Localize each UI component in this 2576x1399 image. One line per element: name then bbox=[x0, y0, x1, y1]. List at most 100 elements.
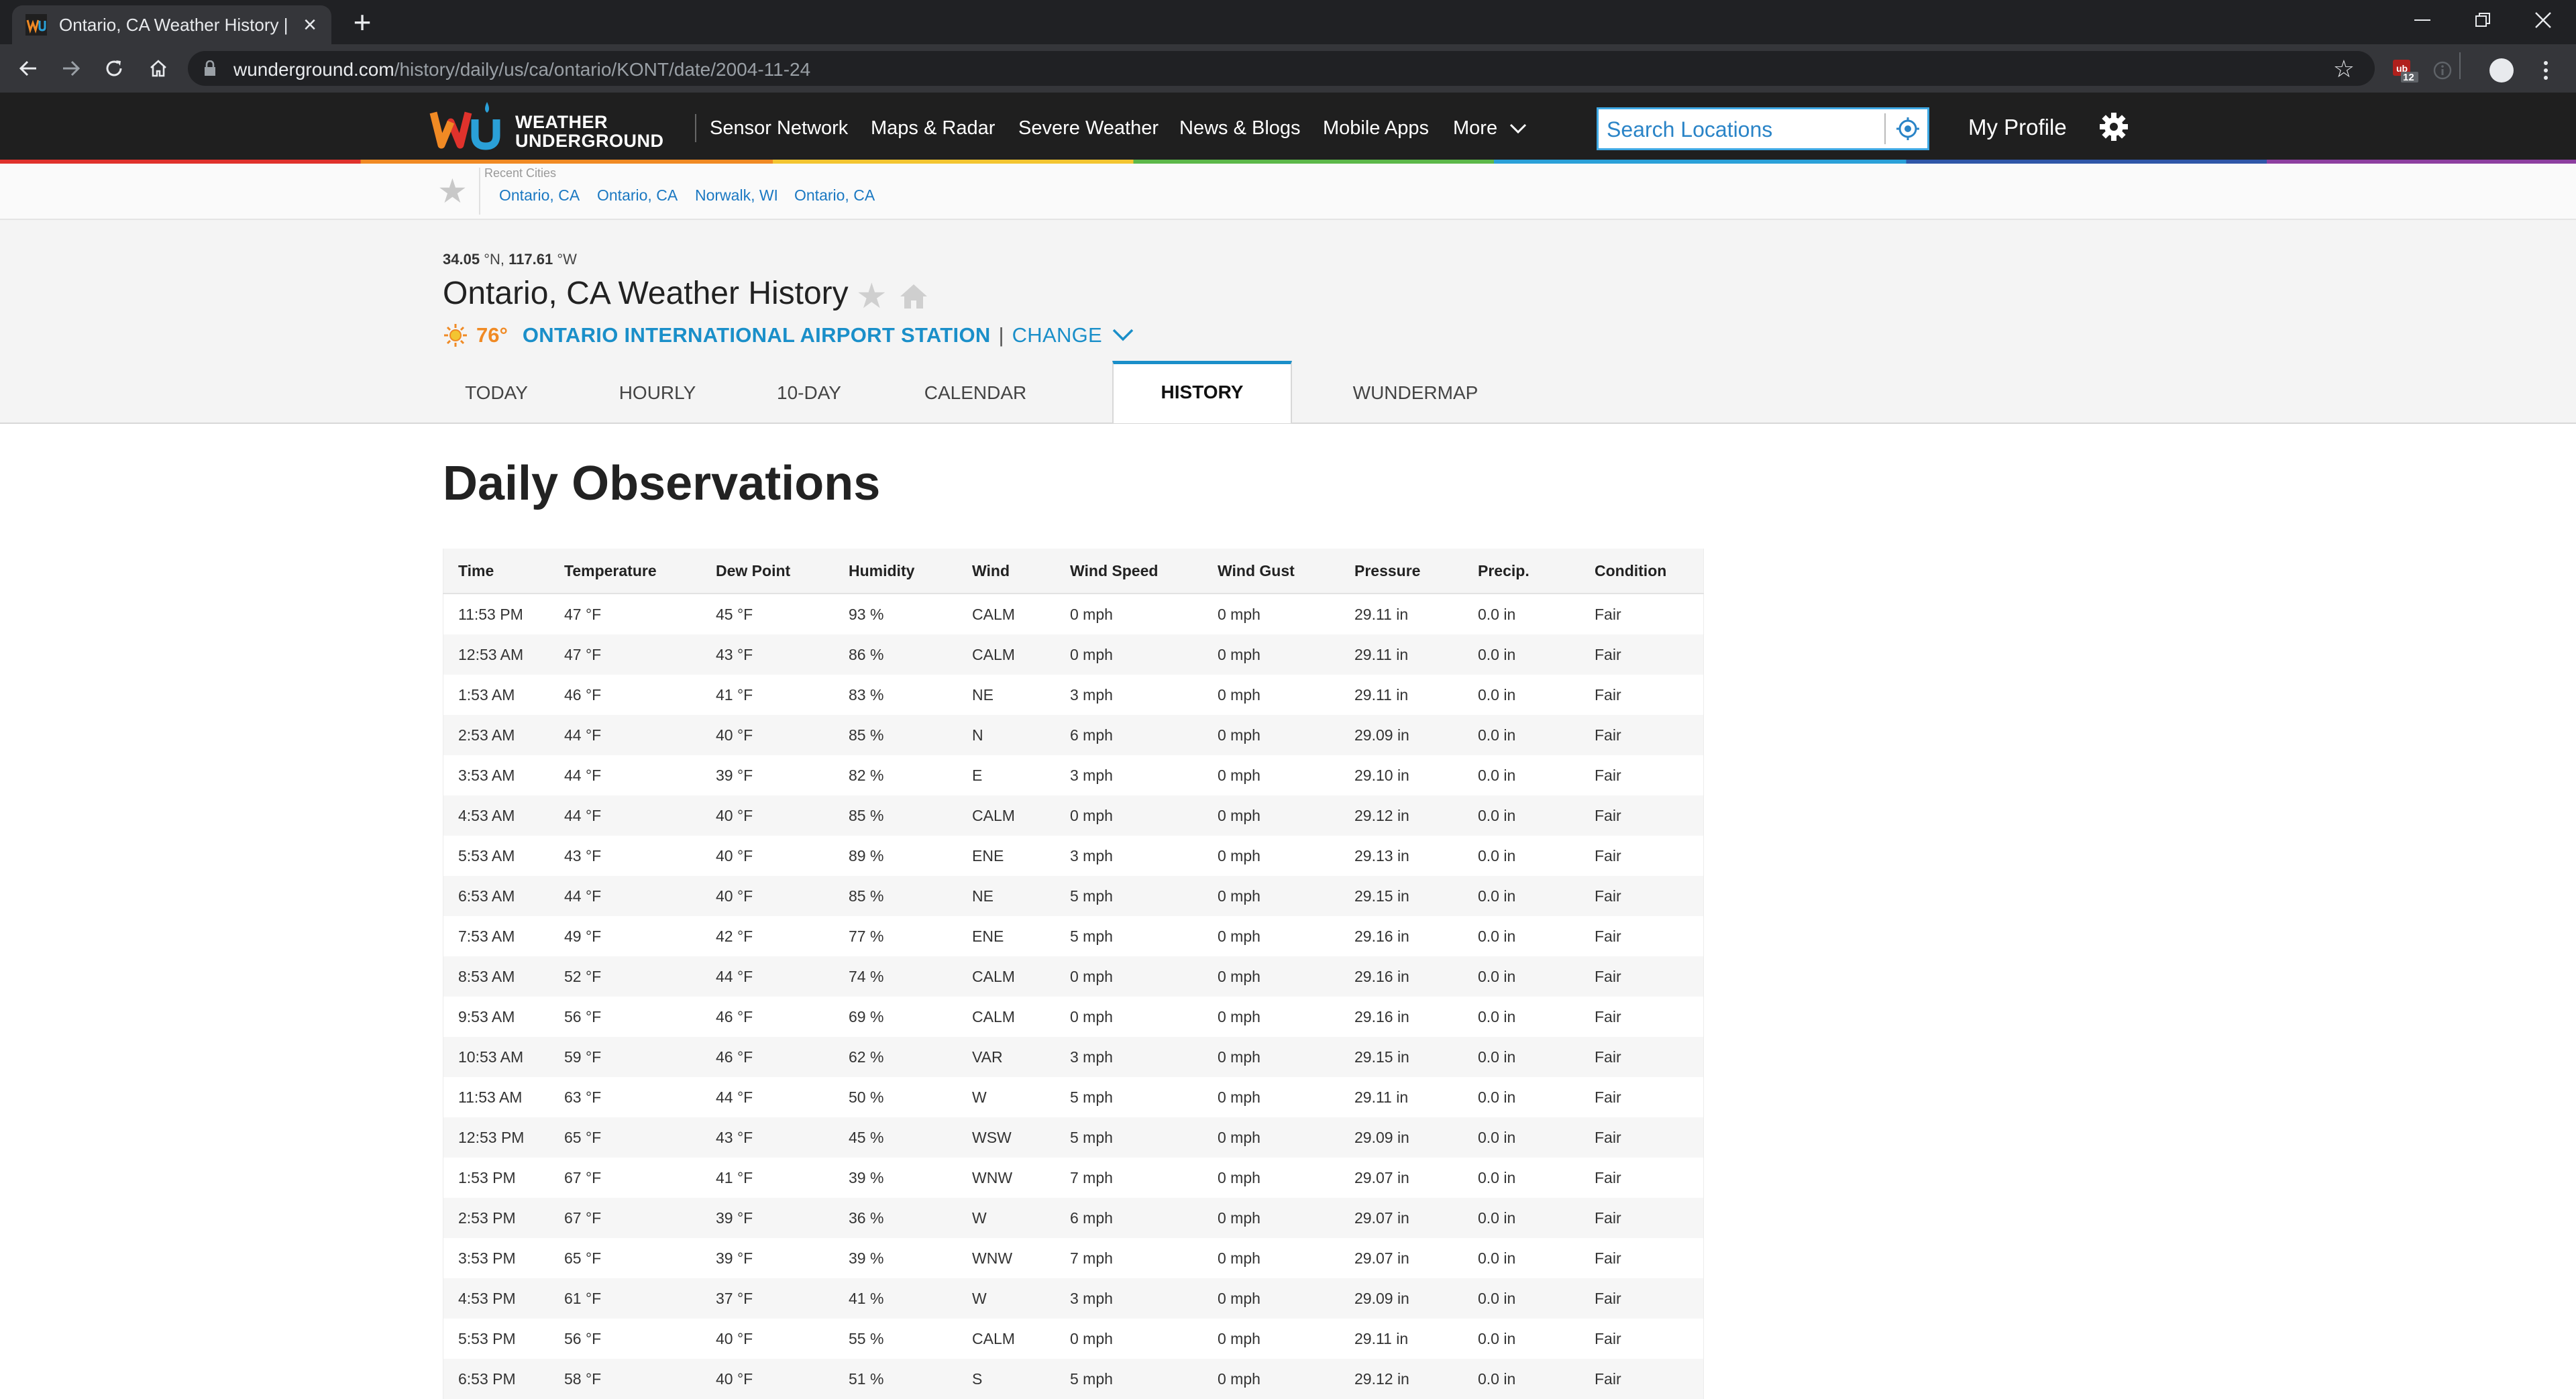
tab-today[interactable]: TODAY bbox=[443, 363, 550, 423]
nav-maps-radar[interactable]: Maps & Radar bbox=[871, 114, 995, 142]
wu-favicon-icon bbox=[25, 14, 47, 36]
cell-wind-speed: 7 mph bbox=[1055, 1158, 1203, 1198]
wu-logo[interactable]: WEATHER UNDERGROUND bbox=[429, 101, 671, 154]
longitude-dir: °W bbox=[557, 251, 577, 268]
search-input[interactable] bbox=[1605, 113, 1876, 146]
table-row: 11:53 AM 63 °F 44 °F 50 % W 5 mph 0 mph 29.11 i… bbox=[443, 1077, 1704, 1117]
change-station-link[interactable]: CHANGE bbox=[1012, 323, 1102, 347]
cell-temperature: 67 °F bbox=[549, 1158, 701, 1198]
section-title: Daily Observations bbox=[443, 457, 881, 510]
back-icon[interactable] bbox=[8, 44, 48, 93]
cell-wind-speed: 3 mph bbox=[1055, 1278, 1203, 1319]
col-pressure[interactable]: Pressure bbox=[1340, 549, 1463, 594]
col-dew-point[interactable]: Dew Point bbox=[701, 549, 834, 594]
recent-city-1[interactable]: Ontario, CA bbox=[499, 186, 580, 205]
home-icon[interactable] bbox=[898, 282, 930, 311]
cell-pressure: 29.11 in bbox=[1340, 594, 1463, 634]
cell-humidity: 85 % bbox=[834, 795, 957, 836]
reload-icon[interactable] bbox=[94, 44, 134, 93]
cell-precip: 0.0 in bbox=[1463, 916, 1580, 956]
cell-dew-point: 39 °F bbox=[701, 1238, 834, 1278]
observations-body: 11:53 PM 47 °F 45 °F 93 % CALM 0 mph 0 mph 29.1… bbox=[443, 594, 1704, 1399]
nav-mobile-apps[interactable]: Mobile Apps bbox=[1323, 114, 1429, 142]
home-browser-icon[interactable] bbox=[138, 44, 178, 93]
tab-wundermap[interactable]: WUNDERMAP bbox=[1335, 363, 1496, 423]
info-extension-icon[interactable] bbox=[2426, 54, 2459, 87]
cell-humidity: 51 % bbox=[834, 1359, 957, 1399]
col-humidity[interactable]: Humidity bbox=[834, 549, 957, 594]
cell-time: 5:53 AM bbox=[443, 836, 549, 876]
cell-pressure: 29.11 in bbox=[1340, 675, 1463, 715]
gear-icon[interactable] bbox=[2097, 110, 2131, 144]
col-temperature[interactable]: Temperature bbox=[549, 549, 701, 594]
header-divider bbox=[695, 114, 696, 142]
cell-wind-gust: 0 mph bbox=[1203, 675, 1340, 715]
cell-humidity: 69 % bbox=[834, 997, 957, 1037]
cell-pressure: 29.11 in bbox=[1340, 1319, 1463, 1359]
cell-wind-gust: 0 mph bbox=[1203, 916, 1340, 956]
cell-wind-speed: 5 mph bbox=[1055, 1117, 1203, 1158]
cell-pressure: 29.11 in bbox=[1340, 1077, 1463, 1117]
nav-sensor-network[interactable]: Sensor Network bbox=[710, 114, 848, 142]
close-window-icon[interactable] bbox=[2513, 0, 2573, 40]
nav-more[interactable]: More bbox=[1453, 114, 1527, 142]
cell-pressure: 29.10 in bbox=[1340, 755, 1463, 795]
table-header-row: Time Temperature Dew Point Humidity Wind… bbox=[443, 549, 1704, 594]
nav-severe-weather[interactable]: Severe Weather bbox=[1018, 114, 1159, 142]
browser-menu-icon[interactable] bbox=[2529, 54, 2563, 87]
cell-condition: Fair bbox=[1580, 1359, 1704, 1399]
col-wind[interactable]: Wind bbox=[957, 549, 1055, 594]
tab-hourly[interactable]: HOURLY bbox=[604, 363, 711, 423]
recent-city-4[interactable]: Ontario, CA bbox=[794, 186, 875, 205]
cell-humidity: 85 % bbox=[834, 715, 957, 755]
location-target-icon[interactable] bbox=[1890, 112, 1926, 146]
station-name-link[interactable]: ONTARIO INTERNATIONAL AIRPORT STATION bbox=[523, 323, 991, 347]
cell-precip: 0.0 in bbox=[1463, 594, 1580, 634]
avatar-icon[interactable] bbox=[2485, 54, 2518, 87]
cell-pressure: 29.16 in bbox=[1340, 916, 1463, 956]
col-time[interactable]: Time bbox=[443, 549, 549, 594]
forward-icon[interactable] bbox=[51, 44, 91, 93]
logo-text-line1: WEATHER bbox=[515, 112, 608, 132]
cell-pressure: 29.16 in bbox=[1340, 956, 1463, 997]
recent-city-3[interactable]: Norwalk, WI bbox=[695, 186, 778, 205]
col-condition[interactable]: Condition bbox=[1580, 549, 1704, 594]
col-precip[interactable]: Precip. bbox=[1463, 549, 1580, 594]
cell-wind: ENE bbox=[957, 916, 1055, 956]
sun-icon bbox=[444, 324, 467, 347]
table-row: 6:53 PM 58 °F 40 °F 51 % S 5 mph 0 mph 29.12 in… bbox=[443, 1359, 1704, 1399]
recent-cities-bar: ★ Recent Cities Ontario, CA Ontario, CA … bbox=[0, 164, 2576, 220]
url-text: wunderground.com/history/daily/us/ca/ont… bbox=[233, 59, 810, 80]
favorite-location-star-icon[interactable]: ★ bbox=[856, 279, 888, 314]
nav-news-blogs[interactable]: News & Blogs bbox=[1179, 114, 1301, 142]
extension-icon[interactable]: ub 12 bbox=[2388, 54, 2422, 87]
cell-wind-gust: 0 mph bbox=[1203, 1198, 1340, 1238]
table-row: 4:53 AM 44 °F 40 °F 85 % CALM 0 mph 0 mph 29.12… bbox=[443, 795, 1704, 836]
cell-precip: 0.0 in bbox=[1463, 1238, 1580, 1278]
chevron-down-icon[interactable] bbox=[1112, 328, 1134, 343]
table-row: 10:53 AM 59 °F 46 °F 62 % VAR 3 mph 0 mph 29.15… bbox=[443, 1037, 1704, 1077]
col-wind-speed[interactable]: Wind Speed bbox=[1055, 549, 1203, 594]
cell-time: 3:53 AM bbox=[443, 755, 549, 795]
recent-city-2[interactable]: Ontario, CA bbox=[597, 186, 678, 205]
cell-temperature: 47 °F bbox=[549, 634, 701, 675]
new-tab-icon[interactable]: + bbox=[349, 5, 376, 39]
search-box bbox=[1597, 107, 1929, 150]
cell-wind: N bbox=[957, 715, 1055, 755]
col-wind-gust[interactable]: Wind Gust bbox=[1203, 549, 1340, 594]
address-bar[interactable]: wunderground.com/history/daily/us/ca/ont… bbox=[188, 51, 2375, 86]
tab-history[interactable]: HISTORY bbox=[1112, 361, 1292, 423]
location-header: 34.05 °N, 117.61 °W Ontario, CA Weather … bbox=[0, 220, 2576, 424]
minimize-icon[interactable] bbox=[2392, 0, 2453, 40]
tab-close-icon[interactable]: × bbox=[298, 12, 322, 38]
tab-10-day[interactable]: 10-DAY bbox=[755, 363, 863, 423]
favorite-star-icon[interactable]: ★ bbox=[437, 174, 468, 208]
bookmark-star-icon[interactable]: ☆ bbox=[2333, 55, 2355, 83]
cell-wind-gust: 0 mph bbox=[1203, 1278, 1340, 1319]
restore-icon[interactable] bbox=[2453, 0, 2513, 40]
browser-tab-active[interactable]: Ontario, CA Weather History | We × bbox=[12, 5, 331, 44]
cell-wind: NE bbox=[957, 675, 1055, 715]
my-profile-link[interactable]: My Profile bbox=[1968, 113, 2067, 142]
cell-wind-speed: 7 mph bbox=[1055, 1238, 1203, 1278]
tab-calendar[interactable]: CALENDAR bbox=[908, 363, 1042, 423]
